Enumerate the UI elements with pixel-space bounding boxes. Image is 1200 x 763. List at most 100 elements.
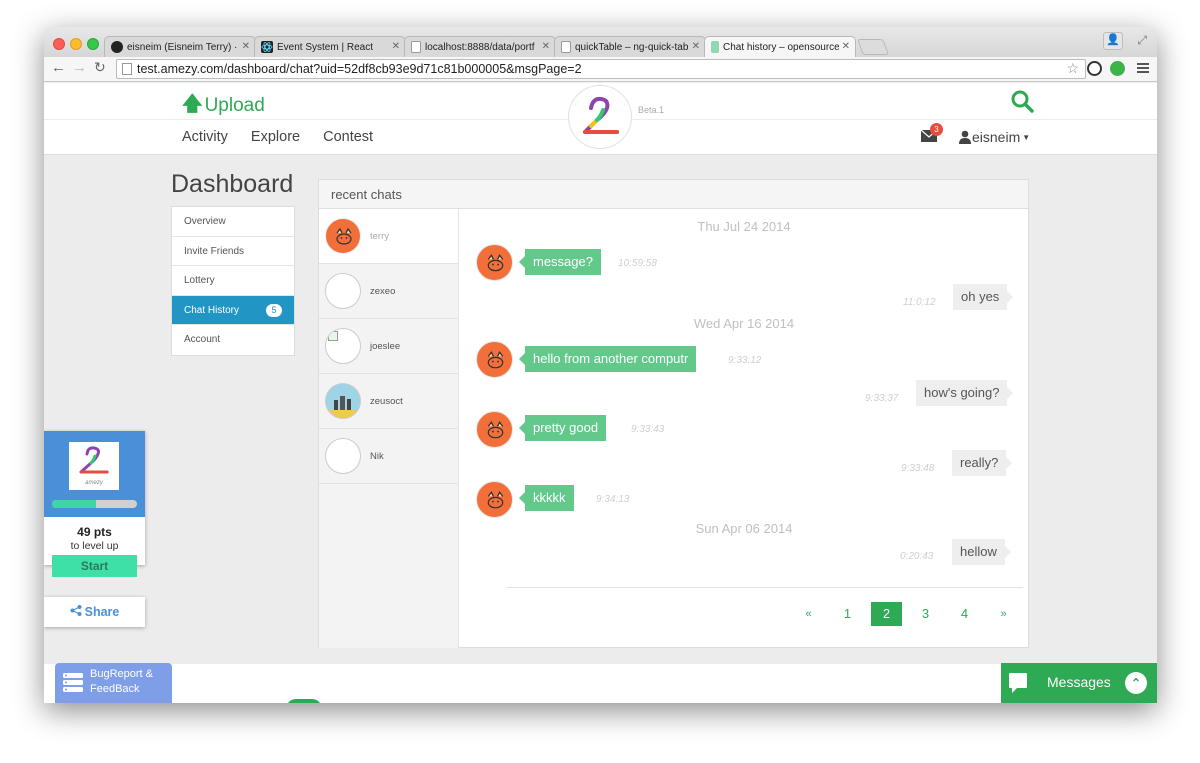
bookmark-star-icon[interactable]: ☆ (1066, 60, 1079, 77)
avatar (325, 438, 361, 474)
message-text: how's going? (924, 385, 1000, 400)
message-text: hello from another computr (533, 351, 689, 366)
share-icon (70, 598, 82, 628)
bug-report-button[interactable]: BugReport & FeedBack (55, 663, 172, 703)
page-button[interactable]: 3 (906, 602, 945, 626)
message-bubble-incoming: hello from another computr (518, 346, 697, 372)
close-tab-icon[interactable]: ✕ (242, 41, 250, 52)
main-nav: Activity Explore Contest (182, 129, 373, 145)
widget-header: amezy (44, 431, 145, 517)
browser-tab[interactable]: eisneim (Eisneim Terry) · G ✕ (104, 36, 256, 57)
page-icon (711, 41, 719, 53)
message-text: really? (960, 455, 999, 470)
message-thread: Thu Jul 24 2014 message? 10:59:58 11:0:1… (459, 209, 1029, 648)
message-text: message? (533, 254, 593, 269)
message-time: 10:59:58 (618, 258, 657, 269)
react-icon (261, 41, 273, 53)
nav-explore[interactable]: Explore (251, 129, 300, 145)
page-button[interactable]: 4 (945, 602, 984, 626)
messages-bar[interactable]: Messages ⌃ (1001, 663, 1157, 703)
panel-header: recent chats (319, 180, 1028, 209)
start-button[interactable]: Start (52, 555, 137, 577)
tab-title: Event System | React (277, 41, 373, 53)
count-badge: 5 (266, 303, 282, 317)
contact-item[interactable]: terry (319, 209, 458, 264)
menu-item-label: Overview (184, 216, 226, 227)
contact-item[interactable]: zexeo (319, 264, 458, 319)
level-text: to level up (70, 540, 119, 552)
close-tab-icon[interactable]: ✕ (842, 41, 850, 52)
pagination: « 1 2 3 4 » (789, 602, 1023, 626)
maximize-window-button[interactable] (87, 38, 99, 50)
message-text: oh yes (961, 289, 1000, 304)
avatar (476, 244, 513, 281)
next-page-button[interactable]: » (984, 602, 1023, 626)
contact-item[interactable]: joeslee (319, 319, 458, 374)
dashboard-menu: Overview Invite Friends Lottery Chat His… (171, 206, 295, 356)
upload-arrow-icon: 🡅 (182, 93, 203, 115)
message-bubble-outgoing: oh yes (953, 284, 1014, 310)
tab-title: localhost:8888/data/portf (425, 41, 535, 53)
message-time: 9:33:43 (631, 424, 665, 435)
menu-item-invite-friends[interactable]: Invite Friends (172, 237, 294, 266)
new-tab-button[interactable] (857, 39, 889, 55)
close-tab-icon[interactable]: ✕ (392, 41, 400, 52)
fullscreen-icon[interactable]: ⤢ (1137, 33, 1147, 48)
page-button-current[interactable]: 2 (871, 602, 902, 626)
browser-toolbar: ← → ↻ test.amezy.com/dashboard/chat?uid=… (44, 57, 1157, 82)
search-icon[interactable] (1010, 89, 1034, 113)
upload-button[interactable]: 🡅 Upload (182, 89, 265, 123)
broken-image-icon (328, 331, 338, 341)
date-separator: Sun Apr 06 2014 (695, 521, 793, 536)
avatar (325, 218, 361, 254)
footer-decoration (286, 699, 322, 703)
avatar (325, 328, 361, 364)
profile-icon[interactable]: 👤 (1103, 32, 1123, 50)
contact-item[interactable]: Nik (319, 429, 458, 484)
page-button[interactable]: 1 (828, 602, 867, 626)
address-bar[interactable]: test.amezy.com/dashboard/chat?uid=52df8c… (116, 59, 1086, 79)
menu-item-lottery[interactable]: Lottery (172, 266, 294, 296)
extension-icon[interactable] (1110, 61, 1125, 76)
forward-icon[interactable]: → (72, 59, 87, 76)
browser-window: eisneim (Eisneim Terry) · G ✕ Event Syst… (44, 27, 1157, 703)
close-tab-icon[interactable]: ✕ (542, 41, 550, 52)
extension-icon[interactable] (1087, 61, 1102, 76)
browser-tab[interactable]: localhost:8888/data/portf ✕ (404, 36, 556, 57)
site-header: 🡅 Upload Beta.1 Activity Explore Contest… (44, 83, 1157, 155)
hanger-logo-icon (583, 96, 619, 134)
panel-title: recent chats (331, 187, 402, 202)
site-logo[interactable] (568, 85, 632, 149)
url-text: test.amezy.com/dashboard/chat?uid=52df8c… (137, 62, 582, 76)
prev-page-button[interactable]: « (789, 602, 828, 626)
reload-icon[interactable]: ↻ (94, 59, 106, 76)
nav-activity[interactable]: Activity (182, 129, 228, 145)
unread-badge: 3 (930, 123, 943, 136)
date-separator: Wed Apr 16 2014 (693, 316, 795, 331)
message-time: 11:0:12 (903, 297, 936, 308)
github-icon (111, 41, 123, 53)
menu-icon[interactable] (1137, 63, 1149, 73)
menu-item-account[interactable]: Account (172, 325, 294, 355)
user-menu[interactable]: eisneim ▼ (958, 129, 1030, 145)
menu-item-overview[interactable]: Overview (172, 207, 294, 237)
browser-tab[interactable]: Event System | React ✕ (254, 36, 406, 57)
message-bubble-outgoing: how's going? (916, 380, 1015, 406)
browser-tab-active[interactable]: Chat history – opensource ✕ (704, 36, 856, 57)
back-icon[interactable]: ← (51, 59, 66, 76)
nav-contest[interactable]: Contest (323, 129, 373, 145)
browser-tab[interactable]: quickTable – ng-quick-tab ✕ (554, 36, 706, 57)
contact-list: terry zexeo joeslee zeusoct Nik (319, 209, 459, 648)
close-window-button[interactable] (53, 38, 65, 50)
tab-title: eisneim (Eisneim Terry) · G (127, 41, 239, 53)
chevron-up-icon[interactable]: ⌃ (1125, 672, 1147, 694)
page-icon (411, 41, 421, 53)
message-time: 0:20:43 (900, 551, 934, 562)
minimize-window-button[interactable] (70, 38, 82, 50)
menu-item-chat-history[interactable]: Chat History 5 (172, 295, 294, 325)
user-icon (959, 130, 971, 144)
contact-item[interactable]: zeusoct (319, 374, 458, 429)
share-button[interactable]: Share (44, 597, 145, 627)
bug-report-label: BugReport & (90, 668, 153, 680)
close-tab-icon[interactable]: ✕ (692, 41, 700, 52)
